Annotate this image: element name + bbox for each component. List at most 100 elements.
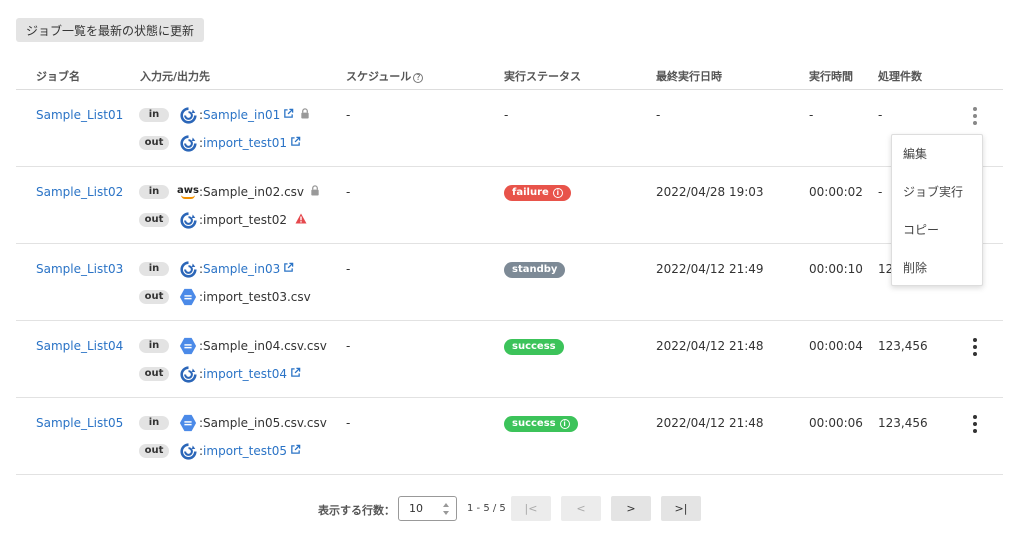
prev-page-button[interactable]: < [561,496,601,521]
external-link-icon[interactable] [283,262,294,276]
job-name-link[interactable]: Sample_List04 [36,339,123,353]
external-link-icon[interactable] [290,367,301,381]
count-value: - [878,185,883,199]
input-name[interactable]: Sample_in03 [203,262,280,276]
info-icon[interactable]: i [559,419,570,429]
table-row: Sample_List01 in: Sample_in01 out: import_… [16,90,1003,167]
header-job-name: ジョブ名 [36,70,80,83]
count-value: 123,456 [878,339,928,353]
status-badge: failure i [504,185,571,201]
count-value: - [878,108,883,122]
duration-value: 00:00:02 [809,185,863,199]
output-name[interactable]: import_test04 [203,367,287,381]
menu-item-delete[interactable]: 削除 [892,249,982,287]
header-status: 実行ステータス [504,70,581,83]
more-actions-icon[interactable] [972,415,978,433]
last-run-value: 2022/04/12 21:48 [656,339,764,353]
input-entry: in: Sample_in01 [139,106,310,124]
external-link-icon[interactable] [283,108,294,122]
out-badge: out [139,444,169,458]
in-badge: in [139,416,169,430]
header-io: 入力元/出力先 [140,70,211,83]
duration-value: 00:00:04 [809,339,863,353]
last-run-value: - [656,108,661,122]
input-name[interactable]: Sample_in01 [203,108,280,122]
file-icon [179,288,197,306]
first-page-button[interactable]: |< [511,496,551,521]
output-name: import_test03.csv [203,290,311,304]
more-actions-icon[interactable] [972,107,978,125]
schedule-value: - [346,339,351,353]
input-entry: in aws: Sample_in02.csv [139,184,320,200]
count-value: 123,456 [878,416,928,430]
status-badge: success [504,339,564,355]
sync-icon [179,260,197,278]
table-row: Sample_List03 in: Sample_in03 out: import_… [16,244,1003,321]
updown-arrows-icon [443,503,449,515]
info-icon[interactable]: i [552,188,563,198]
file-icon [179,414,197,432]
schedule-value: - [346,108,351,122]
schedule-value: - [346,262,351,276]
output-entry: out: import_test01 [139,134,301,152]
header-schedule: スケジュール? [346,68,424,84]
external-link-icon[interactable] [290,136,301,150]
table-row: Sample_List02 in aws: Sample_in02.csv out: … [16,167,1003,244]
menu-item-copy[interactable]: コピー [892,211,982,249]
table-row: Sample_List04 in: Sample_in04.csv.csv out:… [16,321,1003,398]
rows-per-page-value: 10 [409,502,423,515]
job-name-link[interactable]: Sample_List01 [36,108,123,122]
out-badge: out [139,290,169,304]
header-duration: 実行時間 [809,70,853,83]
aws-icon: aws [177,185,199,199]
duration-value: - [809,108,814,122]
input-entry: in: Sample_in04.csv.csv [139,337,327,355]
in-badge: in [139,185,169,199]
menu-item-edit[interactable]: 編集 [892,135,982,173]
row-context-menu: 編集 ジョブ実行 コピー 削除 [891,134,983,286]
menu-item-run-job[interactable]: ジョブ実行 [892,173,982,211]
output-entry: out: import_test03.csv [139,288,311,306]
sync-icon [179,134,197,152]
output-name[interactable]: import_test05 [203,444,287,458]
in-badge: in [139,339,169,353]
output-name: import_test02 [203,213,287,227]
last-run-value: 2022/04/12 21:48 [656,416,764,430]
schedule-value: - [346,185,351,199]
last-page-button[interactable]: >| [661,496,701,521]
table-row: Sample_List05 in: Sample_in05.csv.csv out:… [16,398,1003,475]
help-icon[interactable]: ? [413,73,424,83]
warning-icon [295,213,307,227]
input-entry: in: Sample_in05.csv.csv [139,414,327,432]
header-count: 処理件数 [878,70,922,83]
input-entry: in: Sample_in03 [139,260,294,278]
header-last-run: 最終実行日時 [656,70,722,83]
more-actions-icon[interactable] [972,338,978,356]
external-link-icon[interactable] [290,444,301,458]
in-badge: in [139,108,169,122]
output-entry: out: import_test02 [139,211,307,229]
job-name-link[interactable]: Sample_List05 [36,416,123,430]
last-run-value: 2022/04/12 21:49 [656,262,764,276]
out-badge: out [139,367,169,381]
sync-icon [179,442,197,460]
input-name: Sample_in02.csv [203,185,305,199]
in-badge: in [139,262,169,276]
output-name[interactable]: import_test01 [203,136,287,150]
rows-per-page-label: 表示する行数： [318,504,395,517]
rows-per-page-select[interactable]: 10 [398,496,457,521]
schedule-value: - [346,416,351,430]
sync-icon [179,106,197,124]
status-value: - [504,108,509,122]
duration-value: 00:00:06 [809,416,863,430]
out-badge: out [139,136,169,150]
output-entry: out: import_test05 [139,442,301,460]
status-badge: standby [504,262,566,278]
next-page-button[interactable]: > [611,496,651,521]
input-name: Sample_in05.csv.csv [203,416,327,430]
duration-value: 00:00:10 [809,262,863,276]
sync-icon [179,365,197,383]
job-name-link[interactable]: Sample_List03 [36,262,123,276]
refresh-job-list-button[interactable]: ジョブ一覧を最新の状態に更新 [16,18,205,42]
job-name-link[interactable]: Sample_List02 [36,185,123,199]
